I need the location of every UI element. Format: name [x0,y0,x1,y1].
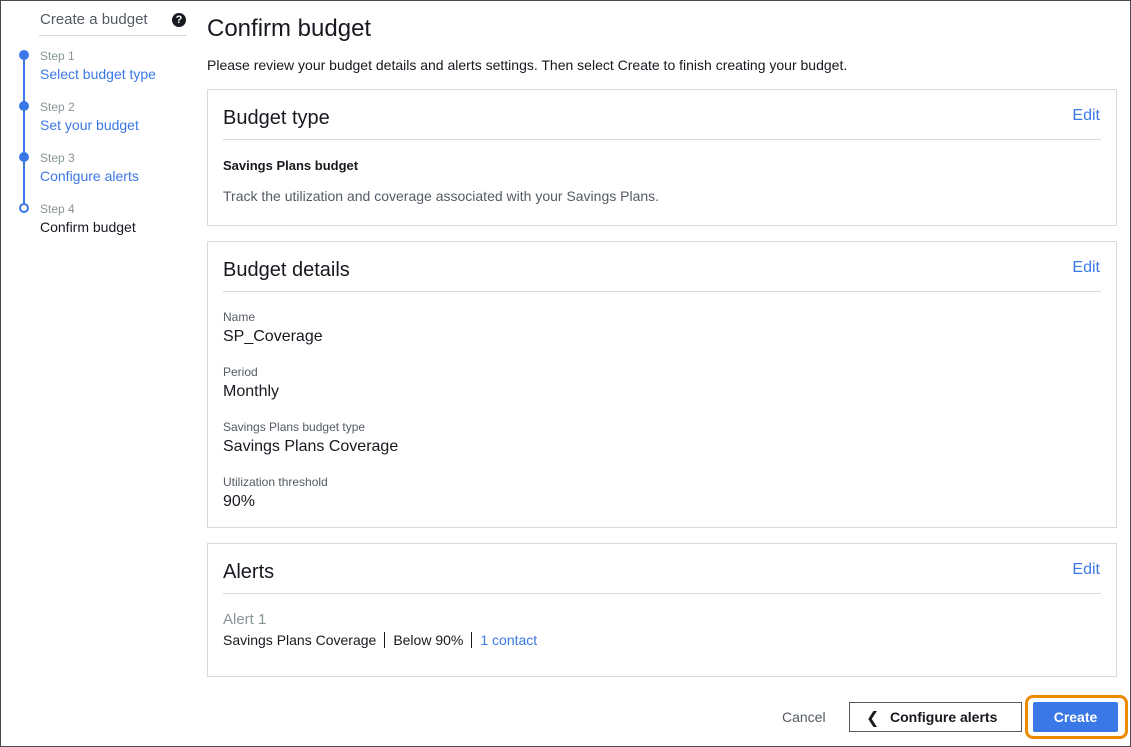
step-4: Step 4 Confirm budget [1,202,191,248]
alert-contacts-link[interactable]: 1 contact [480,632,537,648]
alert-title: Alert 1 [223,611,267,628]
edit-alerts-link[interactable]: Edit [1072,561,1100,579]
step-number: Step 4 [40,202,75,216]
edit-budget-type-link[interactable]: Edit [1072,107,1100,125]
panel-title: Budget type [223,107,330,129]
divider [223,291,1101,292]
separator [471,632,473,648]
sidebar-title: Create a budget [40,11,148,28]
budget-type-description: Track the utilization and coverage assoc… [223,188,660,204]
step-number: Step 1 [40,49,75,63]
wizard-sidebar: Create a budget ? Step 1 Select budget t… [1,1,191,746]
step-number: Step 3 [40,151,75,165]
separator [384,632,386,648]
help-icon[interactable]: ? [172,13,186,27]
previous-button-label: Configure alerts [890,709,998,725]
step-2: Step 2 Set your budget [1,100,191,146]
page-description: Please review your budget details and al… [207,57,848,73]
alerts-panel: Alerts Edit Alert 1 Savings Plans Covera… [207,543,1117,677]
field-label-budget-type: Savings Plans budget type [223,420,366,434]
step-link-set-your-budget[interactable]: Set your budget [40,117,139,133]
step-current-confirm-budget: Confirm budget [40,219,136,235]
cancel-button[interactable]: Cancel [782,709,826,725]
field-value-threshold: 90% [223,493,256,510]
field-label-name: Name [223,310,256,324]
field-value-budget-type: Savings Plans Coverage [223,438,399,455]
field-value-period: Monthly [223,383,280,400]
field-label-threshold: Utilization threshold [223,475,328,489]
alert-type: Savings Plans Coverage [223,632,377,648]
panel-title: Budget details [223,259,350,281]
step-link-configure-alerts[interactable]: Configure alerts [40,168,139,184]
step-dot-icon [19,50,29,60]
step-1: Step 1 Select budget type [1,49,191,95]
step-dot-icon [19,101,29,111]
budget-type-panel: Budget type Edit Savings Plans budget Tr… [207,89,1117,226]
budget-details-panel: Budget details Edit Name SP_Coverage Per… [207,241,1117,528]
edit-budget-details-link[interactable]: Edit [1072,259,1100,277]
previous-configure-alerts-button[interactable]: ❮ Configure alerts [849,702,1022,732]
step-3: Step 3 Configure alerts [1,151,191,197]
step-dot-icon [19,152,29,162]
chevron-left-icon: ❮ [866,710,880,727]
sidebar-header: Create a budget ? [39,10,187,36]
alert-summary: Savings Plans Coverage Below 90% 1 contact [223,632,537,648]
alert-condition: Below 90% [393,632,464,648]
step-number: Step 2 [40,100,75,114]
window-frame: Create a budget ? Step 1 Select budget t… [0,0,1131,747]
divider [223,139,1101,140]
panel-title: Alerts [223,561,275,583]
divider [223,593,1101,594]
create-button[interactable]: Create [1033,702,1118,732]
field-label-period: Period [223,365,258,379]
step-current-dot-icon [19,203,29,213]
field-value-name: SP_Coverage [223,328,323,345]
budget-type-name: Savings Plans budget [223,158,359,173]
step-link-select-budget-type[interactable]: Select budget type [40,66,156,82]
page-title: Confirm budget [207,15,372,42]
